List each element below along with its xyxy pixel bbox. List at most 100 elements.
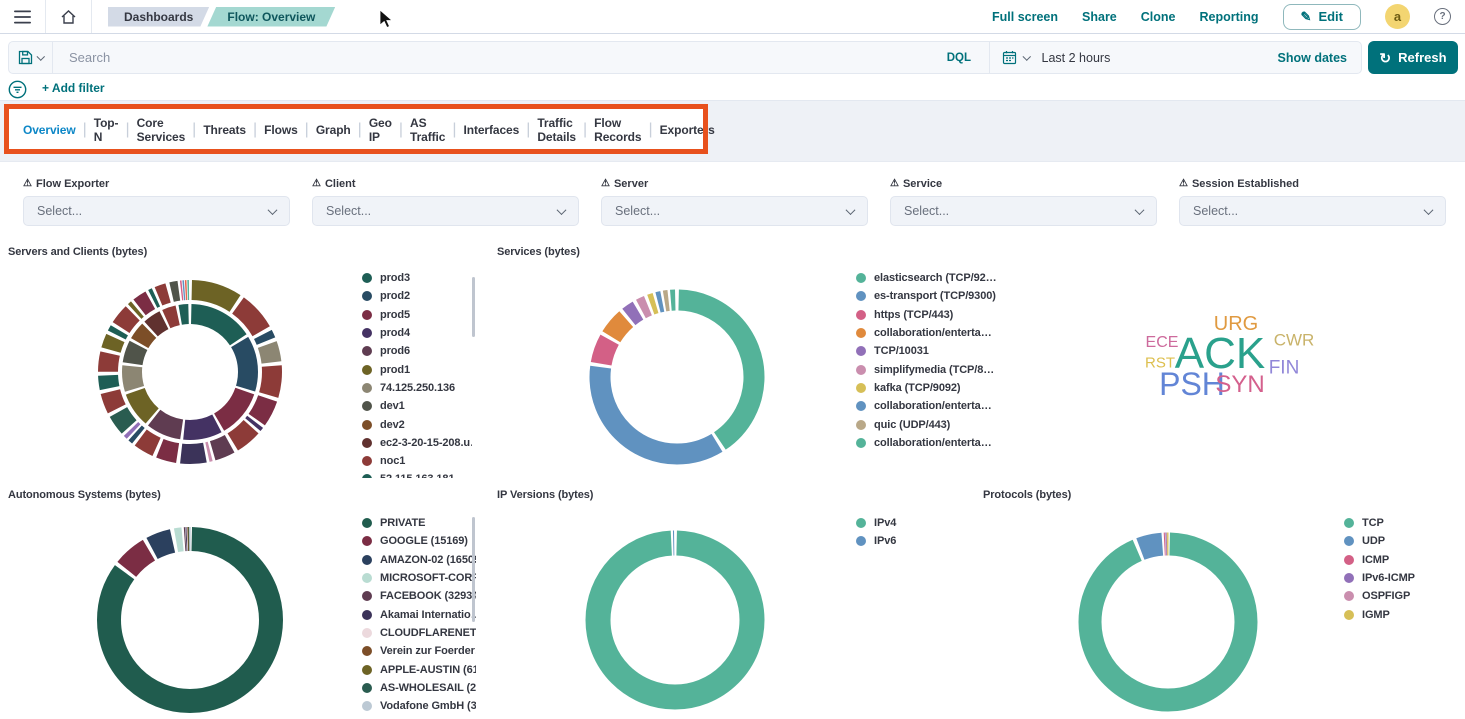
breadcrumb-dashboards[interactable]: Dashboards bbox=[108, 7, 209, 27]
legend-item-https-tcp-443[interactable]: https (TCP/443) bbox=[856, 306, 1001, 324]
tab-geo-ip[interactable]: Geo IP bbox=[369, 116, 392, 144]
tag-fin[interactable]: FIN bbox=[1269, 359, 1300, 378]
saved-query-menu-button[interactable] bbox=[9, 42, 53, 73]
tab-as-traffic[interactable]: AS Traffic bbox=[410, 116, 445, 144]
legend-item-74-125-250-136[interactable]: 74.125.250.136 bbox=[362, 379, 472, 397]
legend-item-microsoft-corp[interactable]: MICROSOFT-CORP… bbox=[362, 569, 476, 587]
home-button[interactable] bbox=[46, 0, 91, 33]
tab-overview[interactable]: Overview bbox=[23, 123, 76, 137]
avatar[interactable]: a bbox=[1385, 4, 1410, 29]
menu-button[interactable] bbox=[0, 0, 45, 33]
tab-exporters[interactable]: Exporters bbox=[660, 123, 715, 137]
legend-item-private[interactable]: PRIVATE bbox=[362, 514, 476, 532]
legend-item-ipv6-icmp[interactable]: IPv6-ICMP bbox=[1344, 569, 1462, 587]
page: Dashboards Flow: Overview Full screen Sh… bbox=[0, 0, 1465, 719]
legend-item-dev1[interactable]: dev1 bbox=[362, 397, 472, 415]
query-language-button[interactable]: DQL bbox=[947, 52, 971, 64]
legend-item-icmp[interactable]: ICMP bbox=[1344, 551, 1462, 569]
filter-label: ⚠Server bbox=[601, 178, 868, 190]
legend-item-prod6[interactable]: prod6 bbox=[362, 342, 472, 360]
tag-rst[interactable]: RST bbox=[1145, 355, 1175, 370]
legend-item-prod3[interactable]: prod3 bbox=[362, 269, 472, 287]
legend-item-akamai-internatio[interactable]: Akamai Internatio… bbox=[362, 605, 476, 623]
legend-item-facebook-32934[interactable]: FACEBOOK (32934) bbox=[362, 587, 476, 605]
legend-item-udp[interactable]: UDP bbox=[1344, 532, 1462, 550]
tag-urg[interactable]: URG bbox=[1214, 314, 1258, 334]
donut-segment-tcp[interactable] bbox=[1090, 544, 1246, 700]
legend-item-dev2[interactable]: dev2 bbox=[362, 415, 472, 433]
tab-threats[interactable]: Threats bbox=[203, 123, 246, 137]
date-quick-select-button[interactable] bbox=[990, 42, 1042, 73]
legend-label: kafka (TCP/9092) bbox=[874, 382, 960, 394]
full-screen-link[interactable]: Full screen bbox=[992, 10, 1058, 24]
legend-item-prod5[interactable]: prod5 bbox=[362, 306, 472, 324]
tag-ece[interactable]: ECE bbox=[1146, 335, 1179, 351]
legend-scrollbar[interactable] bbox=[472, 277, 475, 337]
show-dates-button[interactable]: Show dates bbox=[1278, 51, 1347, 65]
tab-core-services[interactable]: Core Services bbox=[137, 116, 186, 144]
legend-item-52-115-163-181[interactable]: 52.115.163.181 bbox=[362, 470, 472, 478]
legend-item-es-transport-tcp-9300[interactable]: es-transport (TCP/9300) bbox=[856, 287, 1001, 305]
legend-item-prod1[interactable]: prod1 bbox=[362, 360, 472, 378]
filter-select-service[interactable]: Select... bbox=[890, 196, 1157, 226]
legend-item-quic-udp-443[interactable]: quic (UDP/443) bbox=[856, 415, 1001, 433]
tag-syn[interactable]: SYN bbox=[1215, 373, 1264, 397]
legend-item-amazon-02-16509[interactable]: AMAZON-02 (16509) bbox=[362, 551, 476, 569]
tab-interfaces[interactable]: Interfaces bbox=[463, 123, 519, 137]
tab-graph[interactable]: Graph bbox=[316, 123, 351, 137]
legend-item-as-wholesail-2[interactable]: AS-WHOLESAIL (2… bbox=[362, 679, 476, 697]
tab-top-n[interactable]: Top-N bbox=[94, 116, 119, 144]
legend-item-ipv6[interactable]: IPv6 bbox=[856, 532, 966, 550]
chart-title-protocols: Protocols (bytes) bbox=[983, 489, 1071, 501]
refresh-button[interactable]: ↻ Refresh bbox=[1368, 41, 1458, 74]
donut-segment-ipv4[interactable] bbox=[598, 543, 752, 697]
legend-item-elasticsearch-tcp-92[interactable]: elasticsearch (TCP/92… bbox=[856, 269, 1001, 287]
share-link[interactable]: Share bbox=[1082, 10, 1117, 24]
chevron-down-icon bbox=[557, 205, 567, 215]
legend-item-collaboration-enterta[interactable]: collaboration/enterta… bbox=[856, 324, 1001, 342]
legend-item-tcp-10031[interactable]: TCP/10031 bbox=[856, 342, 1001, 360]
topbar-right: Full screen Share Clone Reporting ✎ Edit… bbox=[992, 0, 1451, 33]
legend-item-prod2[interactable]: prod2 bbox=[362, 287, 472, 305]
legend-item-kafka-tcp-9092[interactable]: kafka (TCP/9092) bbox=[856, 379, 1001, 397]
add-filter-button[interactable]: + Add filter bbox=[42, 81, 105, 95]
legend-item-ospfigp[interactable]: OSPFIGP bbox=[1344, 587, 1462, 605]
filter-select-session-established[interactable]: Select... bbox=[1179, 196, 1446, 226]
legend-item-ipv4[interactable]: IPv4 bbox=[856, 514, 966, 532]
warning-icon: ⚠ bbox=[1179, 179, 1188, 189]
filter-select-client[interactable]: Select... bbox=[312, 196, 579, 226]
legend-item-google-15169[interactable]: GOOGLE (15169) bbox=[362, 532, 476, 550]
filter-select-flow-exporter[interactable]: Select... bbox=[23, 196, 290, 226]
legend-item-vodafone-gmbh-3[interactable]: Vodafone GmbH (3… bbox=[362, 697, 476, 715]
chart-title-services: Services (bytes) bbox=[497, 246, 580, 258]
legend-item-ec2-3-20-15-208-u[interactable]: ec2-3-20-15-208.u… bbox=[362, 434, 472, 452]
search-input[interactable] bbox=[67, 49, 929, 66]
legend-item-igmp[interactable]: IGMP bbox=[1344, 605, 1462, 623]
breadcrumb-flow-overview[interactable]: Flow: Overview bbox=[207, 7, 335, 27]
legend-item-cloudflarenet[interactable]: CLOUDFLARENET (… bbox=[362, 624, 476, 642]
legend-item-collaboration-enterta[interactable]: collaboration/enterta… bbox=[856, 397, 1001, 415]
tag-cwr[interactable]: CWR bbox=[1274, 332, 1315, 349]
time-range-value[interactable]: Last 2 hours bbox=[1042, 51, 1278, 65]
legend-item-apple-austin-61[interactable]: APPLE-AUSTIN (61… bbox=[362, 660, 476, 678]
legend-item-noc1[interactable]: noc1 bbox=[362, 452, 472, 470]
filter-options-button[interactable] bbox=[8, 80, 27, 99]
search-bar: DQL Last 2 hours Show dates bbox=[8, 41, 1362, 74]
legend-label: Verein zur Foerder… bbox=[380, 645, 476, 657]
filter-select-server[interactable]: Select... bbox=[601, 196, 868, 226]
legend-item-verein-zur-foerder[interactable]: Verein zur Foerder… bbox=[362, 642, 476, 660]
tab-flows[interactable]: Flows bbox=[264, 123, 298, 137]
reporting-link[interactable]: Reporting bbox=[1200, 10, 1259, 24]
legend-scrollbar[interactable] bbox=[472, 517, 475, 622]
clone-link[interactable]: Clone bbox=[1141, 10, 1176, 24]
tab-traffic-details[interactable]: Traffic Details bbox=[537, 116, 576, 144]
edit-button[interactable]: ✎ Edit bbox=[1283, 4, 1361, 30]
tab-flow-records[interactable]: Flow Records bbox=[594, 116, 641, 144]
legend-item-collaboration-enterta[interactable]: collaboration/enterta… bbox=[856, 434, 1001, 452]
legend-swatch bbox=[362, 573, 372, 583]
legend-item-simplifymedia-tcp-8[interactable]: simplifymedia (TCP/8… bbox=[856, 360, 1001, 378]
legend-item-prod4[interactable]: prod4 bbox=[362, 324, 472, 342]
legend-item-tcp[interactable]: TCP bbox=[1344, 514, 1462, 532]
help-icon[interactable]: ? bbox=[1434, 8, 1451, 25]
legend-label: FACEBOOK (32934) bbox=[380, 590, 476, 602]
